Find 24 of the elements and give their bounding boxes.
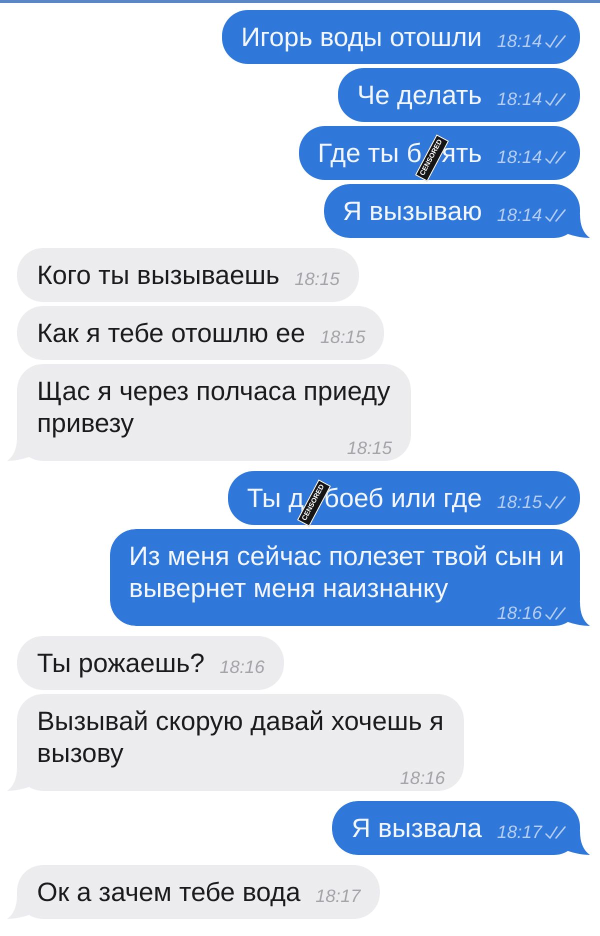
message-time: 18:15: [496, 492, 542, 512]
message-time: 18:17: [496, 822, 542, 842]
message-text: Щас я через полчаса приеду привезу: [37, 376, 390, 438]
message-text: Из меня сейчас полезет твой сын и вывернет меня наизнанку: [129, 541, 564, 603]
message-time: 18:17: [316, 886, 361, 906]
message-text: Ты рожаешь?: [37, 648, 205, 678]
message-time: 18:16: [496, 604, 542, 622]
message-text: Игорь воды отошли: [241, 22, 482, 52]
message-time: 18:15: [320, 327, 366, 347]
message-text: Как я тебе отошлю ее: [37, 318, 306, 348]
message-time: 18:14: [496, 205, 542, 225]
message-text: Вызывай скорую давай хочешь я вызову: [37, 706, 444, 768]
message-text: Я вызвала: [351, 813, 482, 843]
message-time: 18:15: [346, 439, 392, 457]
message-time: 18:15: [294, 269, 340, 289]
message-text: Ок а зачем тебе вода: [37, 877, 300, 907]
message-time: 18:16: [400, 769, 445, 787]
message-time: 18:14: [496, 89, 542, 109]
message-time: 18:14: [496, 147, 542, 167]
message-text: Я вызываю: [342, 196, 482, 226]
message-text: Кого ты вызываешь: [37, 260, 280, 290]
message-time: 18:16: [220, 657, 265, 677]
message-text: Че делать: [357, 80, 482, 110]
message-time: 18:14: [496, 31, 542, 51]
